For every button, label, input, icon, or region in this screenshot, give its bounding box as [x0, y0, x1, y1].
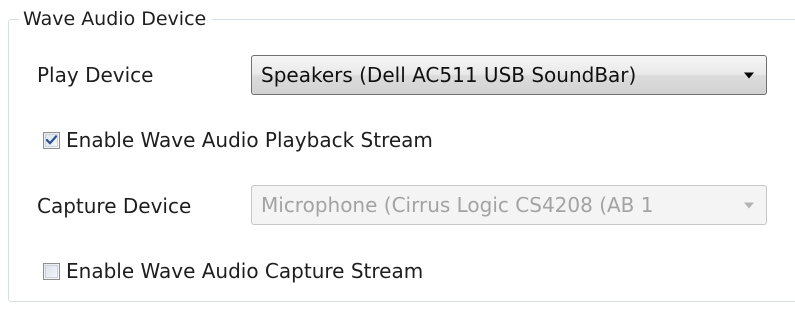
enable-capture-checkbox[interactable] [43, 262, 60, 280]
chevron-down-icon[interactable] [732, 186, 766, 224]
checkbox-empty-icon [45, 264, 58, 278]
enable-playback-checkbox-row[interactable]: Enable Wave Audio Playback Stream [43, 128, 433, 152]
enable-capture-checkbox-row[interactable]: Enable Wave Audio Capture Stream [43, 259, 423, 283]
audio-settings-panel: Wave Audio Device Play Device Speakers (… [0, 0, 795, 309]
enable-capture-label: Enable Wave Audio Capture Stream [66, 259, 424, 283]
play-device-dropdown[interactable]: Speakers (Dell AC511 USB SoundBar) [251, 55, 767, 95]
capture-device-dropdown[interactable]: Microphone (Cirrus Logic CS4208 (AB 1 [251, 185, 767, 225]
enable-playback-checkbox[interactable] [43, 131, 60, 149]
capture-device-selected-value: Microphone (Cirrus Logic CS4208 (AB 1 [261, 193, 654, 217]
chevron-down-icon[interactable] [732, 56, 766, 94]
checkmark-icon [45, 133, 58, 147]
play-device-selected-value: Speakers (Dell AC511 USB SoundBar) [261, 63, 637, 87]
enable-playback-label: Enable Wave Audio Playback Stream [66, 128, 433, 152]
capture-device-label: Capture Device [37, 194, 192, 218]
play-device-label: Play Device [37, 63, 154, 87]
group-title: Wave Audio Device [19, 4, 213, 34]
